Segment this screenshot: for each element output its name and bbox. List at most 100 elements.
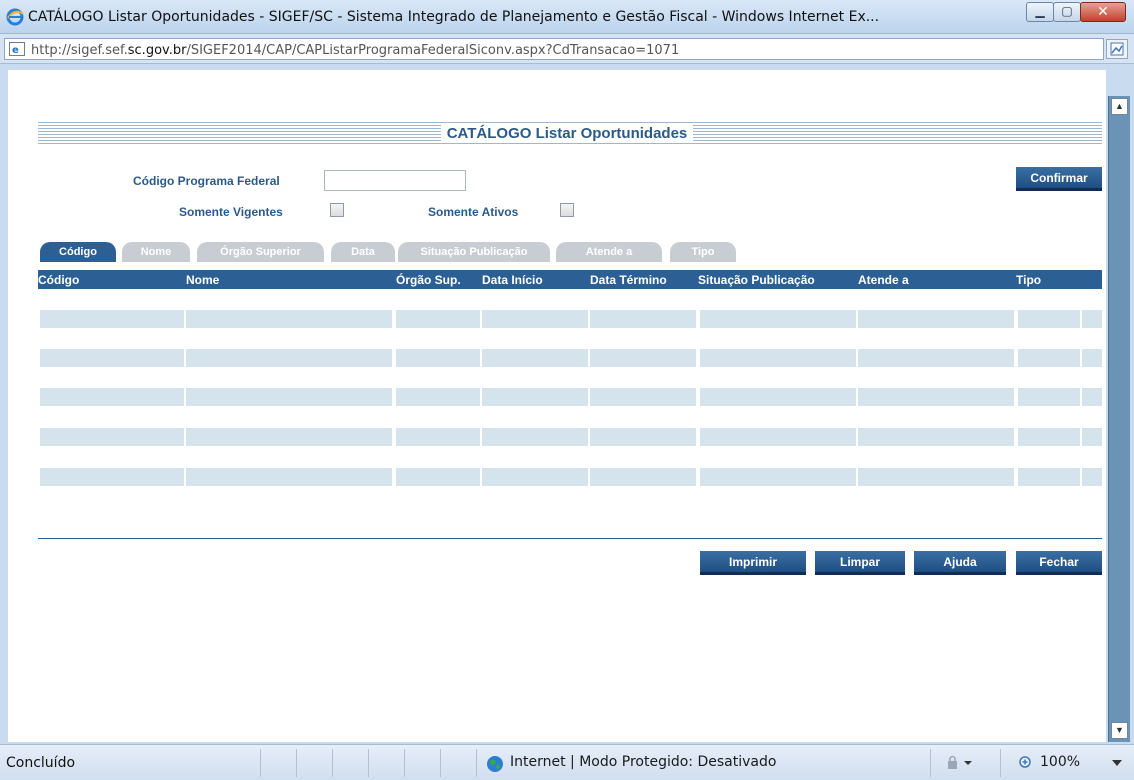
column-header-atende-a[interactable]: Atende a [858,273,909,287]
status-separator [296,749,297,777]
scroll-down-icon[interactable]: ▼ [1111,722,1128,739]
column-header-situacao-publicacao[interactable]: Situação Publicação [698,273,815,287]
column-header-nome[interactable]: Nome [186,273,219,287]
clear-button[interactable]: Limpar [815,551,905,575]
status-separator [930,749,931,777]
table-cell [858,388,1014,406]
url-prefix: http://sigef.sef. [31,43,128,58]
security-zone-text: Internet | Modo Protegido: Desativado [510,754,777,770]
status-separator [1000,749,1001,777]
confirm-button[interactable]: Confirmar [1016,167,1102,191]
table-cell [858,468,1014,486]
help-button[interactable]: Ajuda [914,551,1006,575]
table-row[interactable] [38,468,1102,486]
status-separator [404,749,405,777]
protected-mode-icon[interactable] [944,755,974,771]
maximize-button[interactable]: ▢ [1053,2,1081,22]
table-cell [700,349,856,367]
table-header: Código Nome Órgão Sup. Data Início Data … [38,270,1102,289]
column-header-codigo[interactable]: Código [38,273,79,287]
column-header-data-termino[interactable]: Data Término [590,273,667,287]
tab-atende-a[interactable]: Atende a [556,242,662,262]
close-icon: ✕ [1097,3,1109,19]
table-cell [1018,468,1080,486]
table-cell [40,388,184,406]
table-cell [482,349,588,367]
table-cell [1018,428,1080,446]
compatibility-view-button[interactable] [1106,39,1128,59]
zoom-dropdown-icon[interactable] [1112,760,1122,766]
table-cell [40,349,184,367]
compatibility-view-icon [1110,42,1124,56]
zoom-level[interactable]: 100% [1040,754,1080,770]
table-cell [40,310,184,328]
window-titlebar: CATÁLOGO Listar Oportunidades - SIGEF/SC… [0,0,1134,34]
url-path: /SIGEF2014/CAP/CAPListarProgramaFederalS… [186,43,680,58]
ativos-checkbox[interactable] [560,203,574,217]
table-cell [700,310,856,328]
status-separator [440,749,441,777]
table-row[interactable] [38,310,1102,328]
table-cell [482,388,588,406]
divider [38,538,1102,539]
tab-data[interactable]: Data [331,242,395,262]
status-text: Concluído [6,755,76,771]
table-cell [186,388,392,406]
column-header-orgao-sup[interactable]: Órgão Sup. [396,273,461,287]
table-row[interactable] [38,428,1102,446]
table-cell [396,388,480,406]
tab-orgao-superior[interactable]: Órgão Superior [197,242,324,262]
table-cell [590,349,696,367]
table-cell [1018,388,1080,406]
maximize-icon: ▢ [1061,4,1073,18]
status-separator [476,749,477,777]
tab-tipo[interactable]: Tipo [670,242,736,262]
table-cell [186,468,392,486]
window-title: CATÁLOGO Listar Oportunidades - SIGEF/SC… [28,9,880,25]
close-button[interactable]: Fechar [1016,551,1102,575]
table-cell [40,428,184,446]
codigo-input[interactable] [324,170,466,191]
svg-text:e: e [12,45,19,56]
table-cell [1082,388,1102,406]
table-cell [482,468,588,486]
table-cell [590,388,696,406]
table-cell [700,388,856,406]
tab-codigo[interactable]: Código [40,242,116,262]
codigo-label: Código Programa Federal [133,174,280,188]
table-cell [858,349,1014,367]
table-cell [1018,349,1080,367]
table-cell [1082,310,1102,328]
table-cell [1082,349,1102,367]
tab-nome[interactable]: Nome [122,242,190,262]
scroll-up-icon[interactable]: ▲ [1111,98,1128,115]
url-field[interactable]: e http://sigef.sef.sc.gov.br/SIGEF2014/C… [4,38,1104,60]
table-cell [40,468,184,486]
minimize-icon: ▁ [1035,4,1045,18]
column-header-data-inicio[interactable]: Data Início [482,273,543,287]
print-button[interactable]: Imprimir [700,551,806,575]
status-bar: Concluído Internet | Modo Protegido: Des… [0,744,1134,780]
table-cell [396,428,480,446]
internet-explorer-icon [6,8,24,26]
status-separator [332,749,333,777]
vigentes-checkbox[interactable] [330,203,344,217]
ativos-label: Somente Ativos [428,205,519,219]
table-row[interactable] [38,349,1102,367]
minimize-button[interactable]: ▁ [1026,2,1054,22]
column-header-tipo[interactable]: Tipo [1016,273,1041,287]
status-separator [368,749,369,777]
table-cell [396,468,480,486]
status-separator [260,749,261,777]
table-cell [700,428,856,446]
zoom-icon[interactable] [1018,755,1034,771]
tab-situacao-publicacao[interactable]: Situação Publicação [398,242,550,262]
page-title-text: CATÁLOGO Listar Oportunidades [440,125,694,142]
table-cell [186,310,392,328]
vigentes-label: Somente Vigentes [179,205,283,219]
url-text: http://sigef.sef.sc.gov.br/SIGEF2014/CAP… [31,43,679,58]
vertical-scrollbar[interactable]: ▲ ▼ [1108,96,1130,742]
table-row[interactable] [38,388,1102,406]
close-window-button[interactable]: ✕ [1080,2,1126,22]
table-cell [590,310,696,328]
